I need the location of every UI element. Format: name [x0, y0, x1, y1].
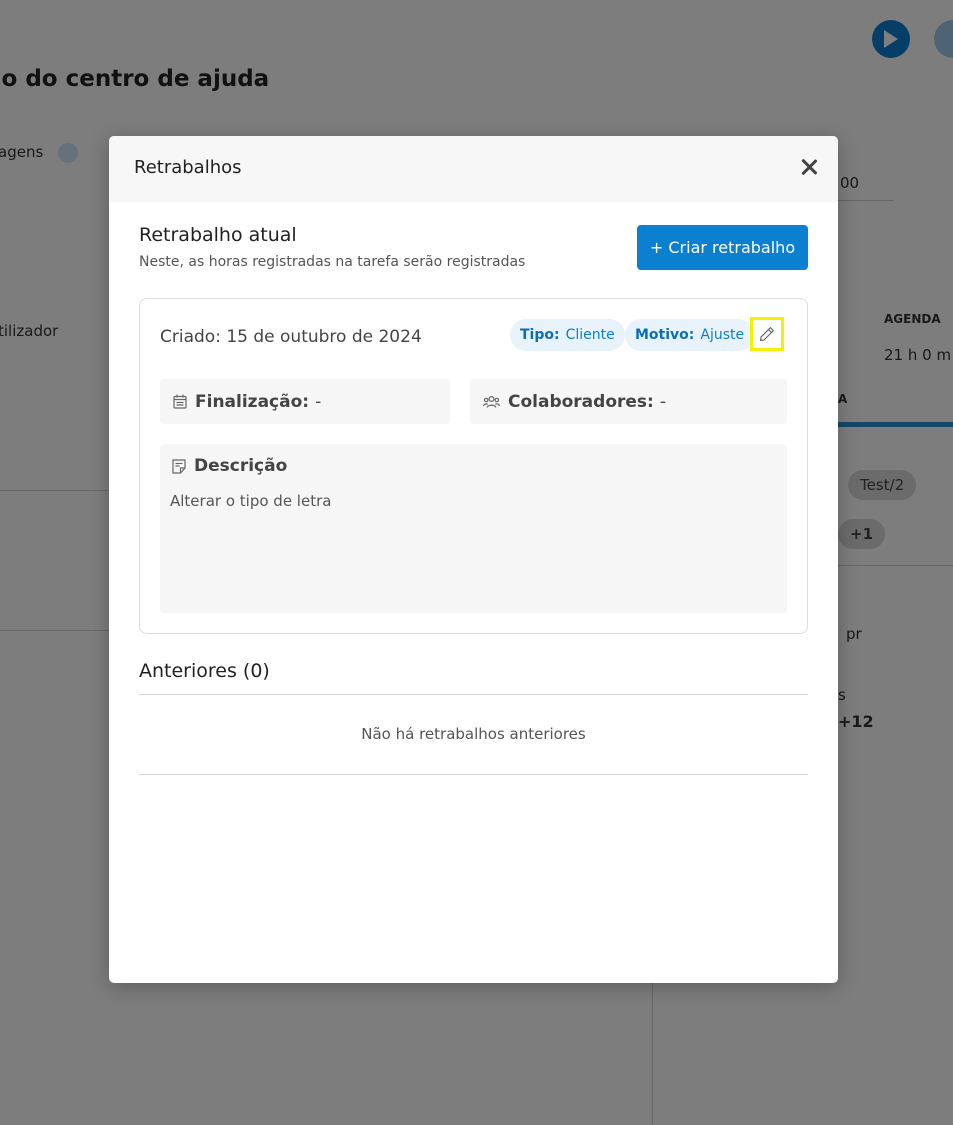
reason-value: Ajuste [700, 327, 745, 343]
create-rework-button[interactable]: + Criar retrabalho [637, 225, 808, 270]
modal-header: Retrabalhos [109, 136, 838, 202]
completion-label: Finalização: [195, 391, 310, 412]
type-label: Tipo: [520, 327, 560, 343]
collaborators-label: Colaboradores: [508, 391, 654, 412]
type-badge: Tipo: Cliente [510, 319, 625, 351]
reason-badge: Motivo: Ajuste [625, 319, 755, 351]
description-text: Alterar o tipo de letra [170, 492, 332, 510]
created-date: Criado: 15 de outubro de 2024 [160, 327, 422, 347]
reason-label: Motivo: [635, 327, 695, 343]
close-icon[interactable] [796, 154, 822, 180]
completion-value: - [315, 391, 322, 412]
users-icon [483, 395, 500, 408]
previous-reworks-title: Anteriores (0) [139, 660, 270, 682]
type-value: Cliente [565, 327, 615, 343]
description-label: Descrição [194, 456, 288, 476]
edit-button[interactable] [750, 317, 784, 351]
description-box: Descrição Alterar o tipo de letra [160, 444, 787, 613]
collaborators-value: - [659, 391, 666, 412]
collaborators-field: Colaboradores: - [470, 379, 787, 424]
description-header: Descrição [172, 456, 287, 476]
divider [139, 694, 808, 695]
modal-title: Retrabalhos [134, 157, 242, 178]
current-rework-subtitle: Neste, as horas registradas na tarefa se… [139, 254, 526, 270]
note-icon [172, 458, 186, 474]
current-rework-card: Criado: 15 de outubro de 2024 Tipo: Clie… [139, 298, 808, 634]
pencil-icon [760, 327, 774, 341]
rework-modal: Retrabalhos Retrabalho atual Neste, as h… [109, 136, 838, 983]
calendar-icon [173, 394, 187, 409]
completion-field: Finalização: - [160, 379, 450, 424]
empty-state-message: Não há retrabalhos anteriores [361, 725, 586, 743]
current-rework-title: Retrabalho atual [139, 224, 297, 246]
divider [139, 774, 808, 775]
